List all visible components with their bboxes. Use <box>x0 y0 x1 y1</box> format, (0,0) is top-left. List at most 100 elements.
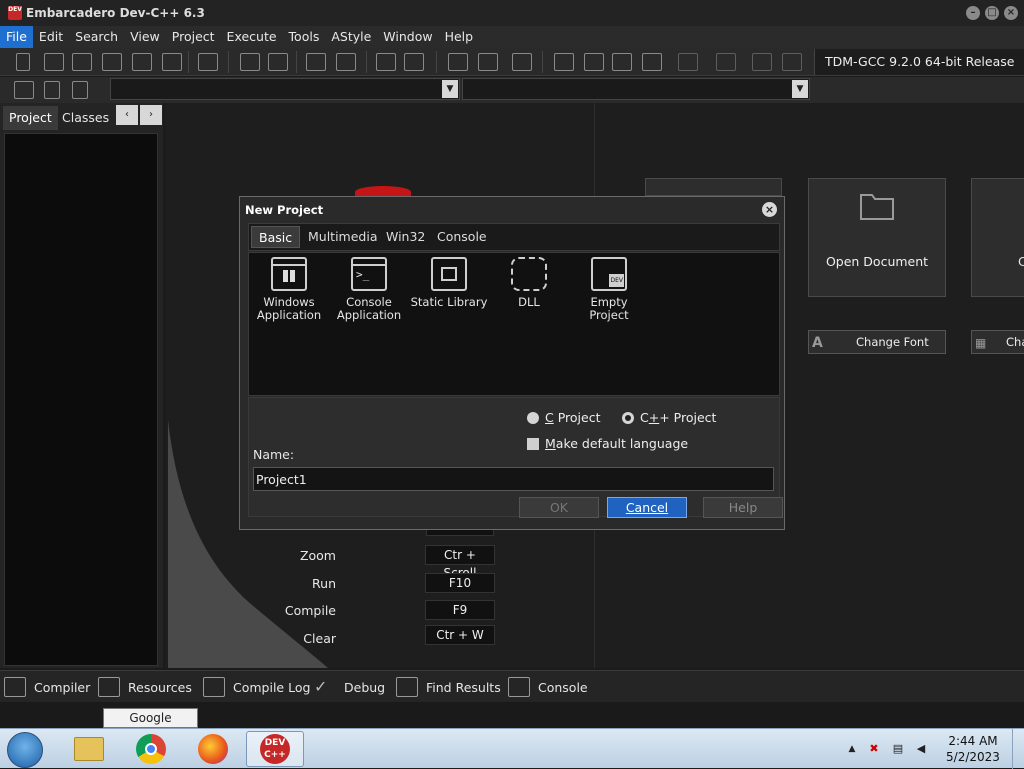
name-label: Name: <box>253 447 295 462</box>
dialog-close-icon[interactable]: × <box>762 202 777 217</box>
redo-icon[interactable] <box>404 53 424 71</box>
taskbar-chrome[interactable] <box>122 731 180 767</box>
radio-dot[interactable] <box>622 411 634 424</box>
partial-button[interactable]: ▦ Cha <box>971 330 1024 354</box>
new-project-tile[interactable] <box>645 178 782 196</box>
action-center-icon[interactable]: ✖ <box>867 742 881 756</box>
tab-compile-log[interactable]: Compile Log <box>203 675 310 699</box>
compile-icon[interactable] <box>554 53 574 71</box>
volume-icon[interactable]: ◀ <box>914 742 928 756</box>
tab-console-output[interactable]: Console <box>508 675 588 699</box>
replace-icon[interactable] <box>268 53 288 71</box>
devcpp-icon: DEV C++ <box>260 734 290 764</box>
cancel-button[interactable]: Cancel <box>607 497 687 518</box>
maximize-button[interactable]: □ <box>985 6 999 20</box>
menu-search[interactable]: Search <box>69 26 124 48</box>
menu-view[interactable]: View <box>124 26 166 48</box>
delete-profile-icon[interactable] <box>782 53 802 71</box>
comment-icon[interactable] <box>512 53 532 71</box>
find-icon[interactable] <box>240 53 260 71</box>
chevron-down-icon[interactable]: ▼ <box>442 80 458 98</box>
checkbox-box[interactable] <box>527 437 539 450</box>
bottom-panel-tabs: Compiler Resources Compile Log ✓ Debug Fi… <box>0 670 1024 702</box>
tab-find-results[interactable]: Find Results <box>396 675 501 699</box>
toggle-bookmark-icon[interactable] <box>14 81 34 99</box>
radio-dot[interactable] <box>527 411 539 424</box>
indent-icon[interactable] <box>306 53 326 71</box>
template-dll[interactable]: DLL <box>489 257 569 309</box>
radio-c-project[interactable]: C Project <box>527 410 600 425</box>
menu-edit[interactable]: Edit <box>33 26 69 48</box>
save-icon[interactable] <box>72 53 92 71</box>
partial-tile[interactable]: C <box>971 178 1024 297</box>
compile-run-icon[interactable] <box>612 53 632 71</box>
remove-from-project-icon[interactable] <box>478 53 498 71</box>
save-all-icon[interactable] <box>102 53 122 71</box>
taskbar-firefox[interactable] <box>184 731 242 767</box>
dialog-title: New Project <box>245 203 324 217</box>
compiler-selector[interactable]: TDM-GCC 9.2.0 64-bit Release <box>814 49 1024 75</box>
tab-win32[interactable]: Win32 <box>379 226 432 248</box>
template-console-application[interactable]: >_ Console Application <box>329 257 409 322</box>
template-static-library[interactable]: Static Library <box>409 257 489 309</box>
show-desktop-button[interactable] <box>1012 729 1024 769</box>
shortcut-key: Ctr + Scroll <box>425 545 495 580</box>
menu-file[interactable]: File <box>0 26 33 48</box>
show-hidden-icons[interactable]: ▲ <box>845 742 859 756</box>
minimize-button[interactable]: – <box>966 6 980 20</box>
start-button-icon[interactable] <box>7 732 43 768</box>
bookmark-icon[interactable] <box>44 81 60 99</box>
project-name-input[interactable] <box>253 467 774 491</box>
change-font-button[interactable]: A Change Font <box>808 330 946 354</box>
help-button[interactable]: Help <box>703 497 783 518</box>
print-icon[interactable] <box>198 53 218 71</box>
tab-multimedia[interactable]: Multimedia <box>301 226 385 248</box>
make-default-language-checkbox[interactable]: Make default language <box>527 436 688 451</box>
menu-project[interactable]: Project <box>166 26 221 48</box>
chevron-down-icon[interactable]: ▼ <box>792 80 808 98</box>
stop-execution-icon[interactable] <box>716 53 736 71</box>
class-combo[interactable]: ▼ <box>110 78 460 100</box>
close-all-icon[interactable] <box>162 53 182 71</box>
new-file-icon[interactable] <box>16 53 30 71</box>
radio-cpp-project[interactable]: C++ Project <box>622 410 716 425</box>
tab-prev-button[interactable]: ‹ <box>116 105 138 125</box>
close-file-icon[interactable] <box>132 53 152 71</box>
menu-help[interactable]: Help <box>439 26 480 48</box>
tab-project[interactable]: Project <box>3 106 58 130</box>
run-icon[interactable] <box>584 53 604 71</box>
goto-bookmark-icon[interactable] <box>72 81 88 99</box>
menu-tools[interactable]: Tools <box>283 26 326 48</box>
tab-classes[interactable]: Classes <box>56 106 115 130</box>
menu-astyle[interactable]: AStyle <box>325 26 377 48</box>
folder-icon <box>74 737 104 761</box>
ok-button[interactable]: OK <box>519 497 599 518</box>
tab-basic[interactable]: Basic <box>251 226 301 248</box>
open-folder-icon[interactable] <box>44 53 64 71</box>
undo-icon[interactable] <box>376 53 396 71</box>
function-combo[interactable]: ▼ <box>462 78 810 100</box>
menu-execute[interactable]: Execute <box>221 26 283 48</box>
tab-compiler[interactable]: Compiler <box>4 675 90 699</box>
network-icon[interactable]: ▤ <box>891 742 905 756</box>
add-to-project-icon[interactable] <box>448 53 468 71</box>
font-icon: A <box>812 335 823 351</box>
menu-window[interactable]: Window <box>377 26 438 48</box>
close-button[interactable]: × <box>1004 6 1018 20</box>
check-syntax-icon[interactable] <box>678 53 698 71</box>
tab-resources[interactable]: Resources <box>98 675 192 699</box>
folder-icon <box>860 194 894 220</box>
taskbar-devcpp[interactable]: DEV C++ <box>246 731 304 767</box>
profile-icon[interactable] <box>752 53 772 71</box>
open-document-tile[interactable]: Open Document <box>808 178 946 297</box>
tab-debug[interactable]: ✓ Debug <box>314 675 385 699</box>
template-windows-application[interactable]: Windows Application <box>249 257 329 322</box>
taskbar-explorer[interactable] <box>60 731 118 767</box>
rebuild-icon[interactable] <box>642 53 662 71</box>
project-tree[interactable] <box>4 133 158 666</box>
clock[interactable]: 2:44 AM 5/2/2023 <box>945 733 1001 765</box>
tab-next-button[interactable]: › <box>140 105 162 125</box>
tab-console[interactable]: Console <box>430 226 494 248</box>
template-empty-project[interactable]: DEV Empty Project <box>569 257 649 322</box>
unindent-icon[interactable] <box>336 53 356 71</box>
